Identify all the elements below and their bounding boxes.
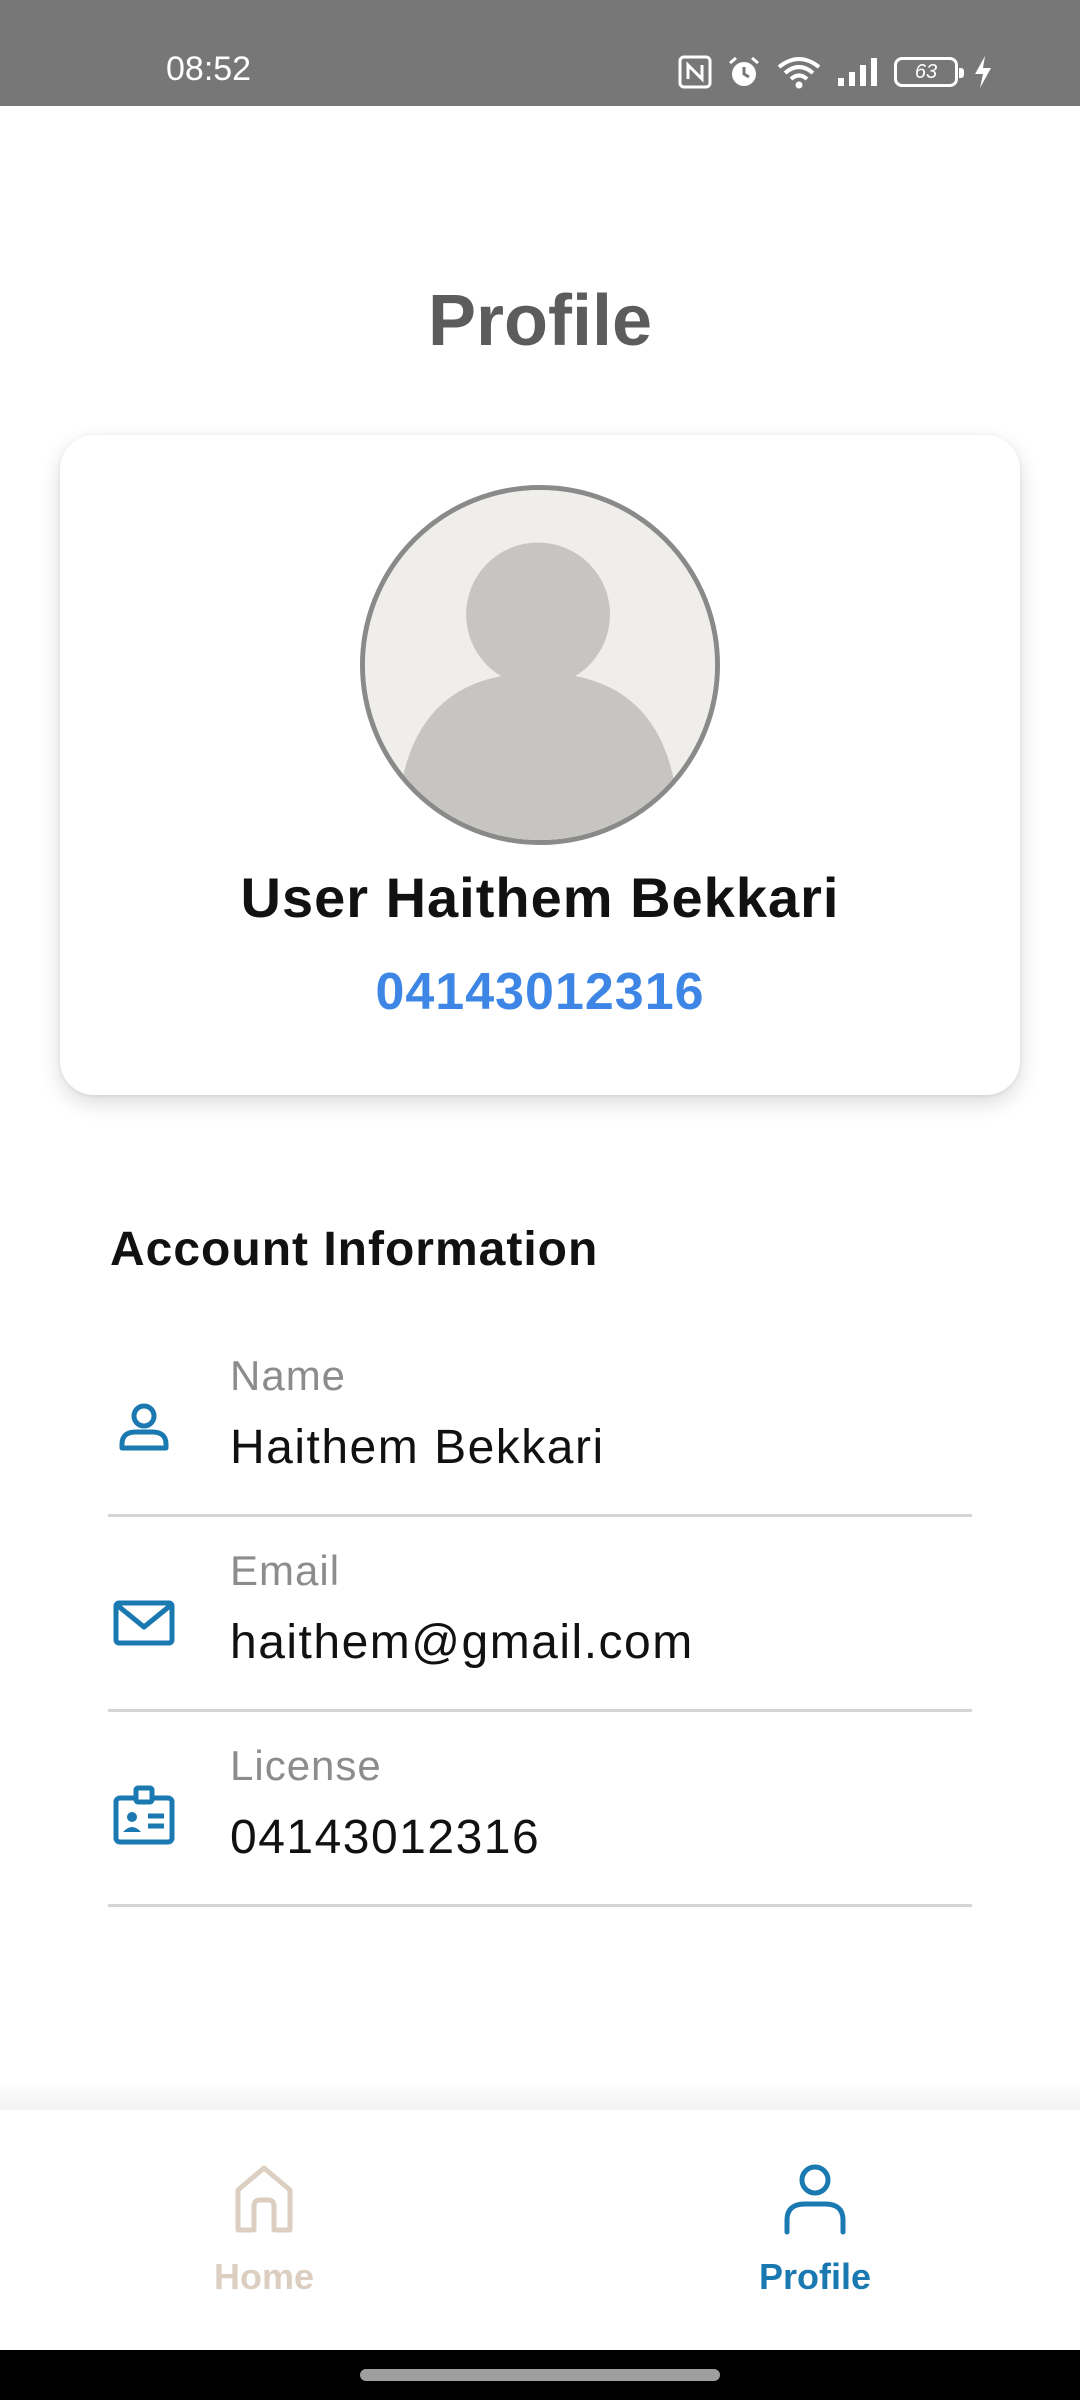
- bottom-nav: Home Profile: [0, 2110, 1080, 2350]
- nav-item-home[interactable]: Home: [114, 2110, 414, 2350]
- info-row-email: Email haithem@gmail.com: [108, 1517, 972, 1712]
- gesture-area: [0, 2350, 1080, 2400]
- nav-label-home: Home: [213, 2256, 315, 2297]
- status-icons: 63: [678, 52, 994, 92]
- page-title: Profile: [427, 281, 653, 361]
- account-info-title: Account Information: [110, 1223, 599, 1276]
- license-value: 04143012316: [230, 1811, 541, 1864]
- person-icon: [119, 1403, 169, 1451]
- status-bar: 08:52 63: [0, 0, 1080, 106]
- alarm-icon: [729, 56, 759, 86]
- name-label: Name: [230, 1352, 347, 1399]
- battery-icon: 63: [894, 57, 964, 87]
- user-phone[interactable]: 04143012316: [60, 962, 1020, 1022]
- wifi-icon: [777, 57, 821, 89]
- nfc-icon: [678, 55, 712, 89]
- info-row-license: License 04143012316: [108, 1712, 972, 1907]
- user-name: User Haithem Bekkari: [240, 866, 840, 929]
- id-badge-icon: [113, 1785, 175, 1845]
- name-value: Haithem Bekkari: [230, 1421, 605, 1474]
- license-label: License: [230, 1742, 382, 1789]
- person-icon: [784, 2164, 846, 2235]
- default-avatar-icon[interactable]: [360, 485, 720, 845]
- mail-icon: [113, 1600, 175, 1646]
- home-icon: [235, 2165, 293, 2233]
- signal-icon: [838, 58, 877, 86]
- gesture-handle[interactable]: [360, 2369, 720, 2381]
- email-value: haithem@gmail.com: [230, 1616, 694, 1669]
- battery-level: 63: [914, 60, 938, 83]
- status-time: 08:52: [166, 50, 252, 88]
- nav-label-profile: Profile: [758, 2256, 872, 2297]
- nav-shadow: [0, 2080, 1080, 2110]
- info-row-name: Name Haithem Bekkari: [108, 1322, 972, 1517]
- charging-icon: [975, 56, 991, 88]
- nav-item-profile[interactable]: Profile: [665, 2110, 965, 2350]
- email-label: Email: [230, 1547, 341, 1594]
- profile-card: User Haithem Bekkari 04143012316: [60, 435, 1020, 1095]
